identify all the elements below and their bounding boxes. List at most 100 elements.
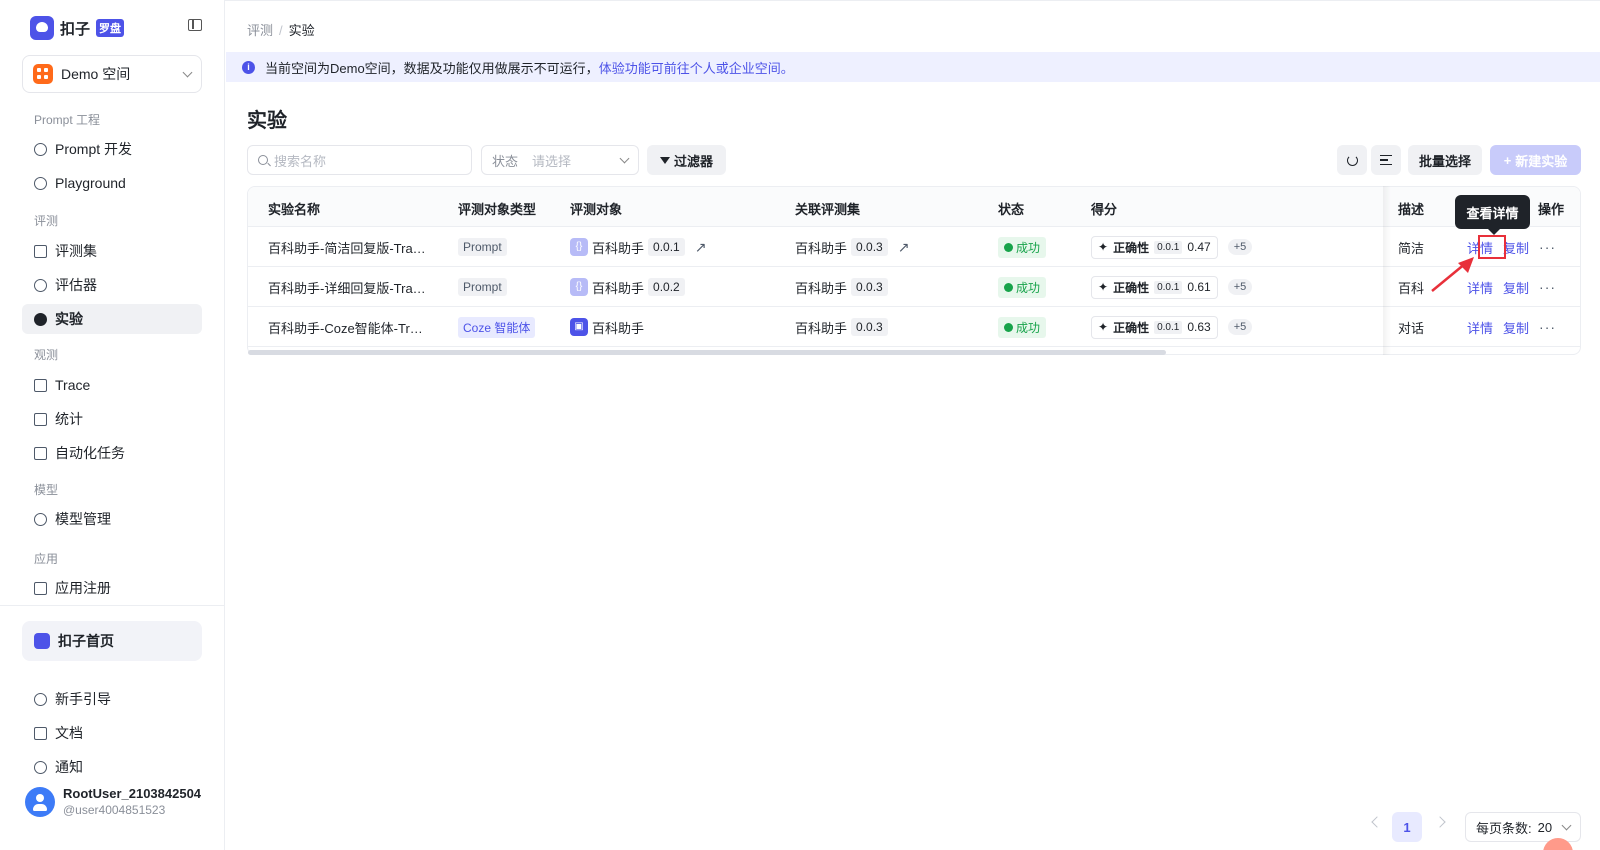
score-name: 正确性	[1113, 320, 1150, 335]
filter-icon	[659, 156, 670, 164]
sidebar-item-label: 评估器	[55, 277, 97, 293]
object-version: 0.0.2	[648, 278, 685, 296]
batch-select-button[interactable]: 批量选择	[1408, 145, 1482, 175]
col-name: 实验名称	[268, 202, 321, 217]
search-input[interactable]: 搜索名称	[247, 145, 472, 175]
score-value: 0.63	[1187, 320, 1211, 334]
sidebar-item-model-mgmt[interactable]: 模型管理	[22, 504, 202, 534]
prev-page-icon[interactable]	[1371, 816, 1383, 828]
sidebar-item-eval-set[interactable]: 评测集	[22, 236, 202, 266]
sidebar-item-label: 通知	[55, 759, 83, 775]
coze-home-link[interactable]: 扣子首页	[22, 621, 202, 661]
more-actions-icon[interactable]: ···	[1539, 239, 1556, 255]
nav-group-prompt: Prompt 工程	[34, 113, 101, 127]
score-chip[interactable]: ✦ 正确性 0.0.1 0.63	[1091, 315, 1218, 339]
table-header: 实验名称 评测对象类型 评测对象 关联评测集 状态 得分 描述 操作	[248, 187, 1580, 227]
banner-link[interactable]: 体验功能可前往个人或企业空间。	[599, 61, 794, 76]
logo-icon	[30, 16, 54, 40]
external-link-icon[interactable]: ↗	[898, 239, 910, 256]
task-icon	[34, 446, 47, 460]
new-experiment-button[interactable]: + 新建实验	[1490, 145, 1581, 175]
table-row[interactable]: 百科助手-Coze智能体-Tr… Coze 智能体 ▣ 百科助手 百科助手 0.…	[248, 307, 1580, 347]
check-circle-icon	[1004, 282, 1013, 292]
database-icon	[34, 244, 47, 258]
sidebar-item-label: 应用注册	[55, 580, 111, 596]
search-icon	[258, 155, 268, 165]
dataset-version: 0.0.3	[851, 278, 888, 296]
sidebar-item-docs[interactable]: 文档	[22, 718, 202, 748]
sidebar-item-notify[interactable]: 通知	[22, 752, 202, 782]
search-placeholder: 搜索名称	[274, 153, 327, 169]
score-chip[interactable]: ✦ 正确性 0.0.1 0.47	[1091, 235, 1218, 259]
breadcrumb-parent[interactable]: 评测	[247, 23, 273, 38]
prompt-icon	[34, 142, 47, 156]
score-chip[interactable]: ✦ 正确性 0.0.1 0.61	[1091, 275, 1218, 299]
table-row[interactable]: 百科助手-详细回复版-Tra… Prompt {} 百科助手 0.0.2 百科助…	[248, 267, 1580, 307]
sidebar-item-auto-task[interactable]: 自动化任务	[22, 438, 202, 468]
coze-home-label: 扣子首页	[58, 633, 114, 649]
horizontal-scrollbar[interactable]	[248, 350, 1166, 355]
chevron-down-icon	[1561, 820, 1572, 830]
sidebar-item-evaluator[interactable]: 评估器	[22, 270, 202, 300]
sidebar-item-prompt-dev[interactable]: Prompt 开发	[22, 134, 202, 164]
score-value: 0.47	[1187, 240, 1211, 254]
object-type-tag: Prompt	[458, 278, 507, 296]
description: 简洁	[1398, 240, 1425, 256]
score-value: 0.61	[1187, 280, 1211, 294]
sidebar-item-trace[interactable]: Trace	[22, 370, 202, 400]
page-size-select[interactable]: 每页条数: 20	[1465, 812, 1581, 842]
page-number-current[interactable]: 1	[1392, 812, 1422, 842]
sidebar-item-stats[interactable]: 统计	[22, 404, 202, 434]
experiment-icon	[34, 312, 47, 326]
sidebar-collapse-icon[interactable]	[188, 19, 202, 31]
space-selector[interactable]: Demo 空间	[22, 55, 202, 93]
breadcrumb-separator: /	[279, 23, 283, 38]
sidebar-item-experiment[interactable]: 实验	[22, 304, 202, 334]
col-score: 得分	[1091, 202, 1118, 217]
external-link-icon[interactable]: ↗	[695, 239, 707, 256]
column-settings-button[interactable]	[1371, 145, 1401, 175]
sidebar-item-label: Playground	[55, 175, 126, 191]
check-circle-icon	[1004, 322, 1013, 332]
detail-link[interactable]: 详情	[1467, 318, 1493, 337]
page-title: 实验	[247, 110, 287, 132]
status-badge: 成功	[998, 276, 1047, 298]
more-scores-badge[interactable]: +5	[1227, 279, 1253, 295]
sidebar-divider	[0, 605, 224, 606]
chevron-down-icon	[619, 153, 630, 163]
coze-icon	[34, 633, 50, 649]
copy-link[interactable]: 复制	[1503, 318, 1529, 337]
logo-badge: 罗盘	[96, 19, 125, 37]
page-size-value: 20	[1537, 819, 1553, 835]
status-select-placeholder: 请选择	[532, 153, 572, 169]
next-page-icon[interactable]	[1434, 816, 1446, 828]
app-logo[interactable]: 扣子 罗盘	[30, 16, 125, 40]
status-text: 成功	[1016, 320, 1041, 335]
status-select-label: 状态	[492, 153, 519, 169]
model-icon	[34, 512, 47, 526]
user-profile[interactable]: RootUser_2103842504 @user4004851523	[25, 786, 201, 817]
info-icon: i	[242, 60, 255, 74]
more-actions-icon[interactable]: ···	[1539, 319, 1556, 335]
status-select[interactable]: 状态 请选择	[481, 145, 639, 175]
play-icon	[34, 176, 47, 190]
table-row[interactable]: 百科助手-简洁回复版-Tra… Prompt {} 百科助手 0.0.1 ↗ 百…	[248, 227, 1580, 267]
col-ops: 操作	[1538, 202, 1565, 217]
copy-link[interactable]: 复制	[1503, 278, 1529, 297]
evaluator-icon: ✦	[1098, 320, 1109, 334]
more-scores-badge[interactable]: +5	[1227, 319, 1253, 335]
more-actions-icon[interactable]: ···	[1539, 279, 1556, 295]
page-size-label: 每页条数:	[1476, 820, 1532, 836]
score-name: 正确性	[1113, 280, 1150, 295]
filter-label: 过滤器	[673, 153, 713, 169]
sidebar-item-playground[interactable]: Playground	[22, 168, 202, 198]
copy-link[interactable]: 复制	[1503, 238, 1529, 257]
more-scores-badge[interactable]: +5	[1227, 239, 1253, 255]
sidebar-item-app-register[interactable]: 应用注册	[22, 573, 202, 603]
sidebar-item-guide[interactable]: 新手引导	[22, 684, 202, 714]
filter-button[interactable]: 过滤器	[647, 145, 726, 175]
object-name: 百科助手	[592, 320, 645, 336]
evaluator-icon	[34, 278, 47, 292]
refresh-button[interactable]	[1337, 145, 1367, 175]
col-dataset: 关联评测集	[795, 202, 861, 217]
